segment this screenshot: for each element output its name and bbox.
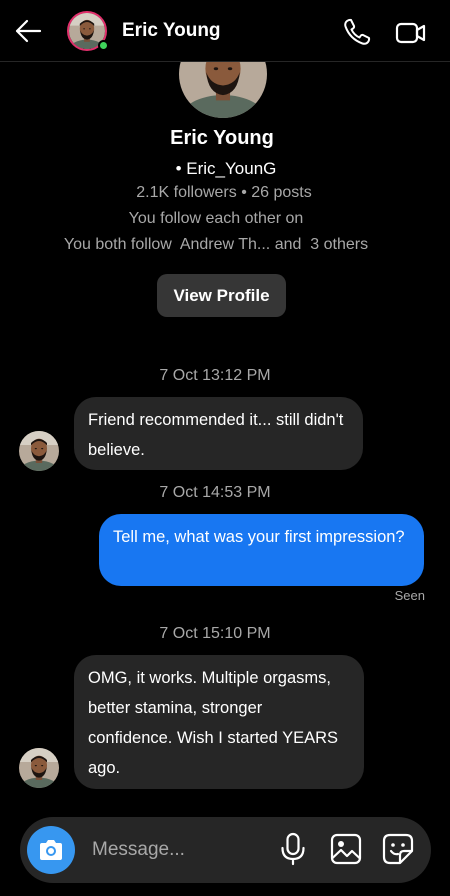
- profile-stats: 2.1K followers • 26 posts: [136, 184, 312, 201]
- video-camera-icon[interactable]: [395, 20, 427, 46]
- message-input[interactable]: [92, 834, 262, 866]
- camera-icon: [40, 840, 62, 860]
- message-timestamp: 7 Oct 14:53 PM: [159, 484, 271, 501]
- profile-name: Eric Young: [170, 127, 274, 149]
- arrow-left-icon[interactable]: [14, 18, 42, 44]
- image-icon[interactable]: [330, 833, 362, 865]
- sender-avatar[interactable]: [19, 431, 59, 471]
- outgoing-message-bubble[interactable]: Tell me, what was your first impression?: [99, 514, 424, 586]
- follow-status: You follow each other on: [128, 210, 304, 227]
- camera-button[interactable]: [27, 826, 75, 874]
- online-indicator: [98, 40, 109, 51]
- incoming-message-bubble[interactable]: Friend recommended it... still didn't be…: [74, 397, 363, 470]
- sticker-icon[interactable]: [382, 833, 414, 865]
- message-timestamp: 7 Oct 15:10 PM: [159, 625, 271, 642]
- microphone-icon[interactable]: [279, 832, 307, 866]
- chat-header: Eric Young: [0, 0, 450, 62]
- sender-avatar[interactable]: [19, 748, 59, 788]
- view-profile-button[interactable]: View Profile: [157, 274, 286, 317]
- mutual-followers[interactable]: You both follow Andrew Th... and 3 other…: [0, 236, 432, 254]
- incoming-message-bubble[interactable]: OMG, it works. Multiple orgasms, better …: [74, 655, 364, 789]
- message-timestamp: 7 Oct 13:12 PM: [159, 367, 271, 384]
- seen-status: Seen: [394, 588, 425, 603]
- header-contact-name[interactable]: Eric Young: [122, 20, 221, 42]
- profile-username: • Eric_YounG: [175, 159, 277, 178]
- phone-icon[interactable]: [342, 17, 372, 47]
